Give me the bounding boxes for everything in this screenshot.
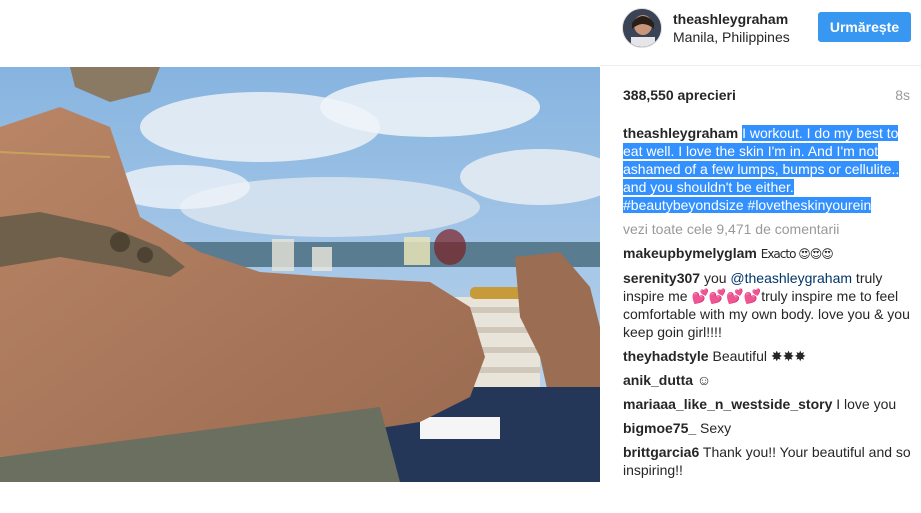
comment-item: theyhadstyle Beautiful ✸✸✸	[623, 347, 913, 365]
comments-list: theashleygraham I workout. I do my best …	[623, 124, 913, 485]
photo-pane	[0, 0, 600, 513]
caption-hashtags[interactable]: #beautybeyondsize #lovetheskinyourein	[623, 197, 872, 213]
header-username[interactable]: theashleygraham	[673, 11, 788, 27]
comment-item: anik_dutta ☺	[623, 371, 913, 389]
comment-item: makeupbymelyglam Exacto 😍😍😍	[623, 244, 913, 263]
comment-username[interactable]: bigmoe75_	[623, 420, 696, 436]
post-photo[interactable]	[0, 67, 600, 482]
avatar[interactable]	[622, 8, 662, 48]
comment-text: ☺	[696, 372, 712, 388]
likes-row: 388,550 aprecieri 8s	[600, 86, 921, 106]
comment-username[interactable]: theyhadstyle	[623, 348, 709, 364]
comment-text: Exacto 😍😍😍	[760, 247, 834, 261]
post-photo-image	[0, 67, 600, 482]
avatar-image	[623, 9, 661, 47]
comment-item: serenity307 you @theashleygraham truly i…	[623, 269, 913, 341]
comment-username[interactable]: makeupbymelyglam	[623, 245, 757, 261]
likes-count[interactable]: 388,550 aprecieri	[623, 87, 736, 103]
comment-text: Sexy	[700, 420, 732, 436]
comment-item: brittgarcia6 Thank you!! Your beautiful …	[623, 443, 913, 479]
comment-username[interactable]: serenity307	[623, 270, 700, 286]
comment-item: mariaaa_like_n_westside_story I love you	[623, 395, 913, 413]
comment-text: I love you	[836, 396, 897, 412]
view-all-comments-link[interactable]: vezi toate cele 9,471 de comentarii	[623, 220, 913, 238]
post-time[interactable]: 8s	[895, 87, 910, 103]
comment-username[interactable]: brittgarcia6	[623, 444, 699, 460]
comment-text: Beautiful ✸✸✸	[712, 348, 807, 364]
post-header: theashleygraham Manila, Philippines Urmă…	[600, 0, 921, 66]
header-location[interactable]: Manila, Philippines	[673, 29, 790, 45]
comment-username[interactable]: mariaaa_like_n_westside_story	[623, 396, 832, 412]
comment-text-pre: you	[703, 270, 731, 286]
comment-item: bigmoe75_ Sexy	[623, 419, 913, 437]
comment-mention[interactable]: @theashleygraham	[730, 270, 852, 286]
follow-button[interactable]: Urmărește	[818, 12, 911, 42]
caption-username[interactable]: theashleygraham	[623, 125, 738, 141]
post-sidebar: theashleygraham Manila, Philippines Urmă…	[600, 0, 921, 513]
caption: theashleygraham I workout. I do my best …	[623, 124, 913, 214]
comment-username[interactable]: anik_dutta	[623, 372, 693, 388]
